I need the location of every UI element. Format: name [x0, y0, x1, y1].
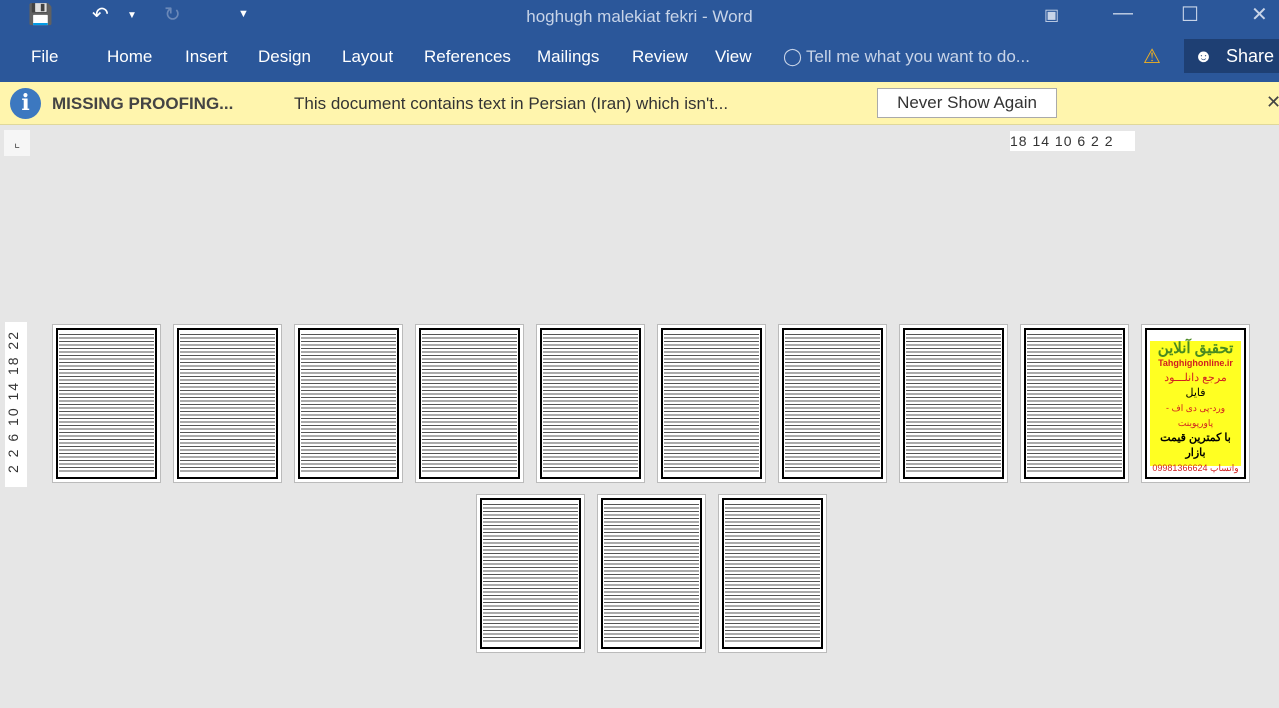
warning-icon[interactable]: ⚠: [1143, 44, 1161, 69]
page-text-lines: [180, 333, 275, 472]
tab-view[interactable]: View: [715, 47, 752, 67]
share-button[interactable]: ☻ Share: [1184, 39, 1279, 73]
ad-website: Tahghighonline.ir: [1158, 358, 1233, 368]
close-message-icon[interactable]: ✕: [1266, 92, 1279, 113]
page-text-lines: [664, 333, 759, 472]
page-thumbnail[interactable]: [476, 494, 585, 653]
lightbulb-icon: ◯: [783, 47, 803, 66]
page-text-lines: [785, 333, 880, 472]
page-text-lines: [725, 503, 820, 642]
page-thumbnail-ad[interactable]: تحقیق آنلاین Tahghighonline.ir مرجع دانل…: [1141, 324, 1250, 483]
page-thumbnail[interactable]: [173, 324, 282, 483]
vertical-ruler-numbers: 2 2 6 10 14 18 22: [5, 330, 21, 474]
ribbon-display-icon[interactable]: ▣: [1044, 5, 1059, 25]
message-bar: i MISSING PROOFING... This document cont…: [0, 82, 1279, 125]
page-thumbnail[interactable]: [778, 324, 887, 483]
page-text-lines: [1027, 333, 1122, 472]
message-title: MISSING PROOFING...: [52, 94, 234, 113]
page-thumbnail[interactable]: [657, 324, 766, 483]
page-thumbnail[interactable]: [718, 494, 827, 653]
share-label: Share: [1226, 46, 1275, 66]
advertisement-image: تحقیق آنلاین Tahghighonline.ir مرجع دانل…: [1150, 340, 1241, 473]
message-text[interactable]: This document contains text in Persian (…: [294, 94, 728, 114]
minimize-icon[interactable]: —: [1113, 2, 1133, 25]
page-text-lines: [543, 333, 638, 472]
page-text-lines: [301, 333, 396, 472]
tab-review[interactable]: Review: [632, 47, 688, 67]
tab-mailings[interactable]: Mailings: [537, 47, 599, 67]
page-thumbnail[interactable]: [294, 324, 403, 483]
page-thumbnail[interactable]: [536, 324, 645, 483]
page-thumbnail[interactable]: [1020, 324, 1129, 483]
tab-references[interactable]: References: [424, 47, 511, 67]
page-thumbnail[interactable]: [899, 324, 1008, 483]
info-icon: i: [10, 88, 41, 119]
page-text-lines: [604, 503, 699, 642]
title-bar: 💾 ↶ ▼ ↻ ▼ hoghugh malekiat fekri - Word …: [0, 0, 1279, 32]
page-thumbnail[interactable]: [52, 324, 161, 483]
page-text-lines: [422, 333, 517, 472]
tab-insert[interactable]: Insert: [185, 47, 228, 67]
window-title: hoghugh malekiat fekri - Word: [526, 7, 753, 26]
tab-selector[interactable]: ⌞: [4, 130, 30, 156]
tab-design[interactable]: Design: [258, 47, 311, 67]
page-text-lines: [906, 333, 1001, 472]
page-text-lines: [59, 333, 154, 472]
ad-line: با کمترین قیمت بازار: [1160, 432, 1231, 459]
ribbon-tabs: File Home Insert Design Layout Reference…: [0, 32, 1279, 82]
maximize-icon[interactable]: ☐: [1181, 2, 1199, 27]
ad-line: ورد-پی دی اف - پاورپوینت: [1165, 403, 1226, 428]
vertical-ruler[interactable]: 2 2 6 10 14 18 22: [5, 322, 27, 487]
tab-layout[interactable]: Layout: [342, 47, 393, 67]
page-thumbnail[interactable]: [597, 494, 706, 653]
horizontal-ruler[interactable]: 18 14 10 6 2 2: [1010, 131, 1135, 151]
ad-title: تحقیق آنلاین: [1157, 340, 1234, 357]
ad-phone: 09981366624 واتساپ: [1152, 463, 1239, 473]
tell-me-search[interactable]: Tell me what you want to do...: [806, 47, 1030, 67]
never-show-again-button[interactable]: Never Show Again: [877, 88, 1057, 118]
page-text-lines: [483, 503, 578, 642]
ad-line: مرجع دانلـــود: [1164, 372, 1227, 384]
page-thumbnail[interactable]: [415, 324, 524, 483]
close-icon[interactable]: ✕: [1251, 2, 1268, 27]
tab-file[interactable]: File: [31, 47, 58, 67]
person-icon: ☻: [1194, 46, 1213, 66]
ad-line: فایل: [1185, 387, 1206, 399]
tab-home[interactable]: Home: [107, 47, 152, 67]
